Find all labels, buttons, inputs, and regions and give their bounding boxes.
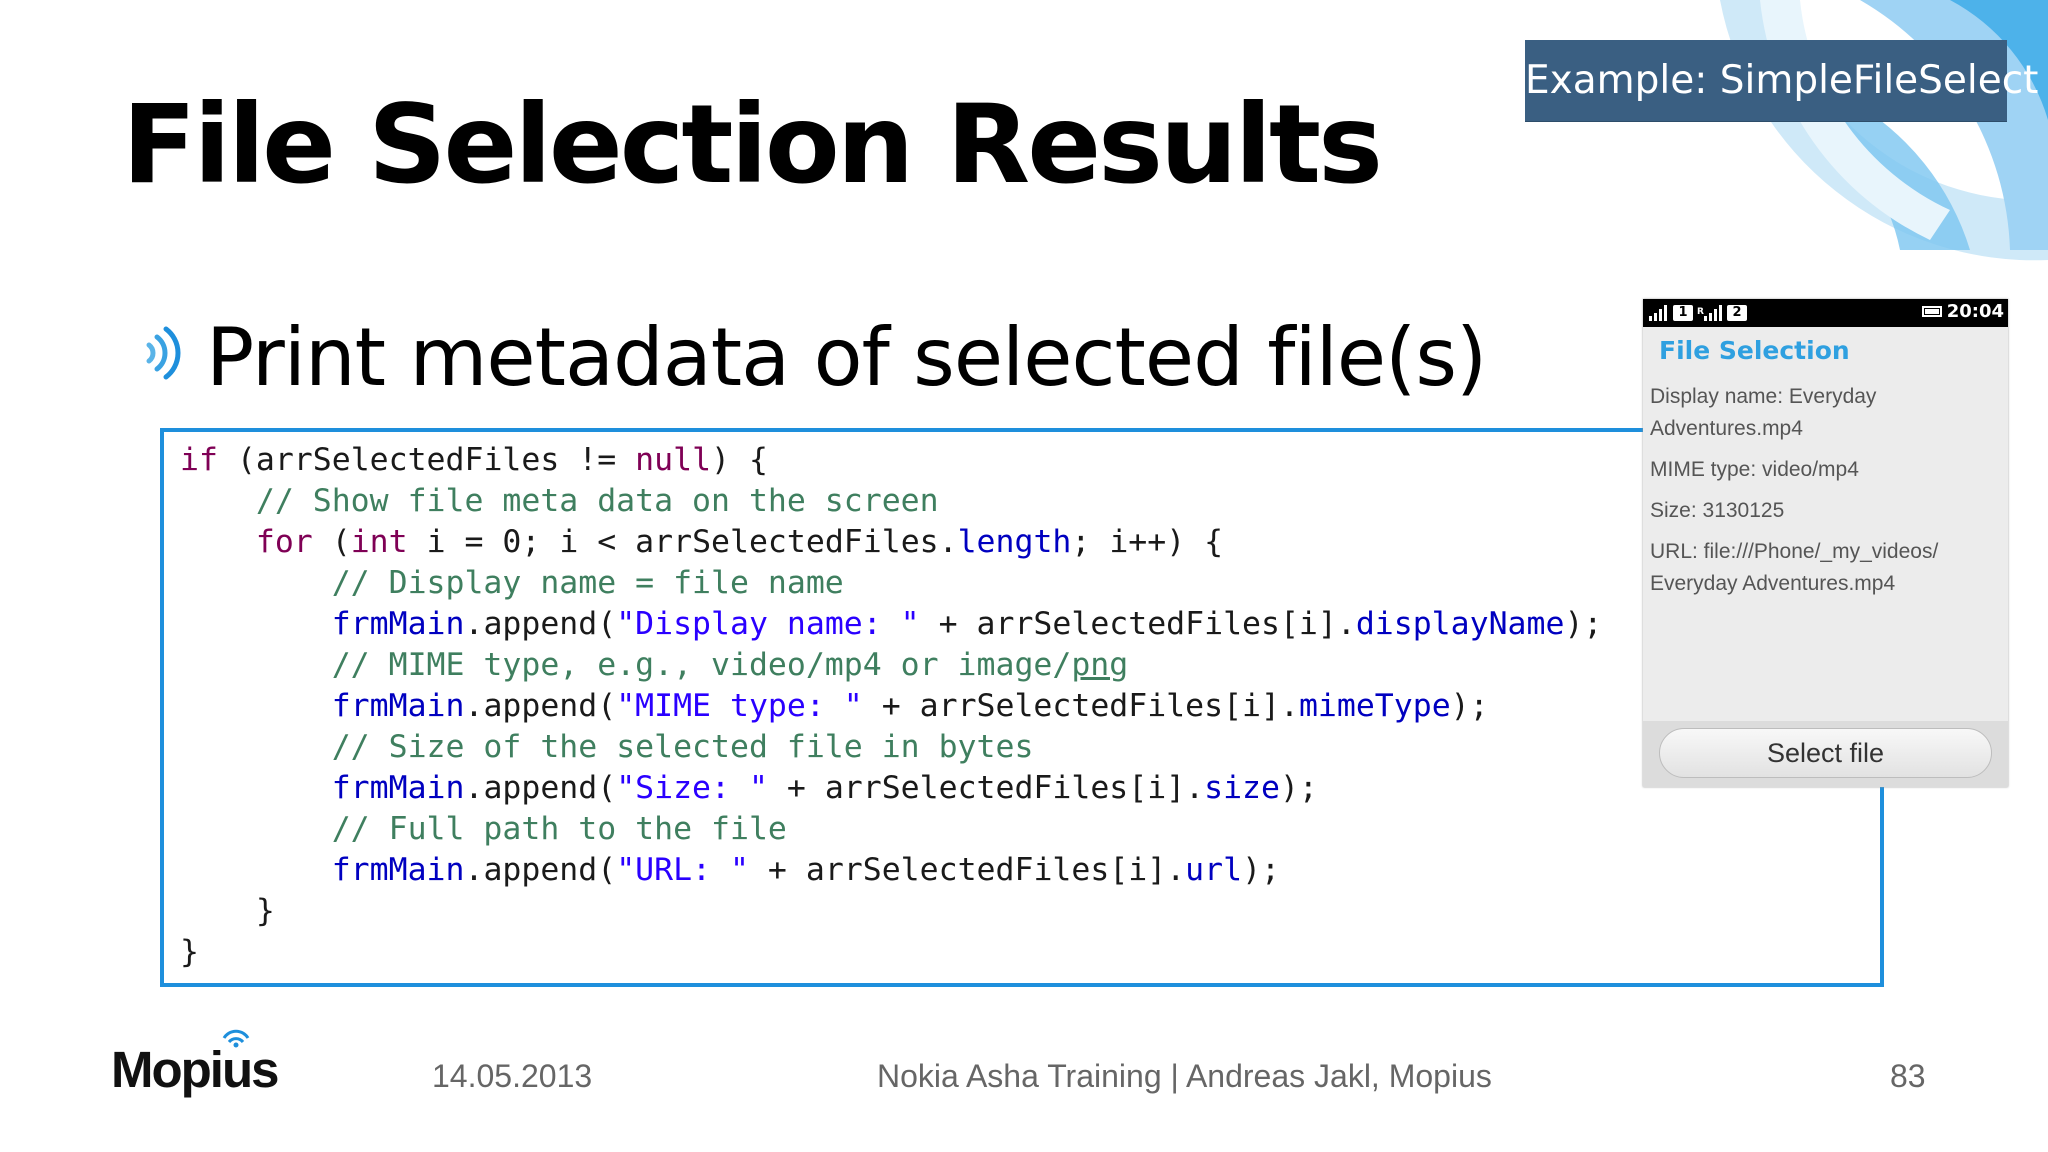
phone-softkey-bar: Select file bbox=[1643, 721, 2008, 787]
svg-text:R: R bbox=[1697, 307, 1704, 317]
status-time: 20:04 bbox=[1946, 301, 2004, 322]
code-line: // Size of the selected file in bytes bbox=[331, 729, 1034, 765]
code-line: } bbox=[255, 893, 275, 929]
phone-status-bar: 1 R 2 20:04 bbox=[1643, 299, 2008, 327]
page-number: 83 bbox=[1890, 1058, 1926, 1094]
phone-form-title: File Selection bbox=[1659, 336, 1850, 365]
footer-center-text: Nokia Asha Training | Andreas Jakl, Mopi… bbox=[877, 1058, 1492, 1094]
wireless-bullet-icon bbox=[146, 326, 181, 380]
sim-2-icon: 2 bbox=[1727, 305, 1747, 321]
code-line: frmMain.append("MIME type: " + arrSelect… bbox=[331, 688, 1489, 724]
bullet-text: Print metadata of selected file(s) bbox=[206, 311, 1487, 404]
slide-title: File Selection Results bbox=[122, 81, 1383, 208]
signal-icon bbox=[1649, 305, 1667, 321]
code-line: // Full path to the file bbox=[331, 811, 787, 847]
code-line: frmMain.append("Size: " + arrSelectedFil… bbox=[331, 770, 1318, 806]
code-line: // Show file meta data on the screen bbox=[255, 483, 939, 519]
phone-screenshot: 1 R 2 20:04 File Selection Display name:… bbox=[1643, 299, 2008, 787]
mime-type-item: MIME type: video/mp4 bbox=[1650, 458, 1859, 481]
code-line: frmMain.append("Display name: " + arrSel… bbox=[331, 606, 1603, 642]
battery-icon bbox=[1921, 306, 1942, 317]
code-line: frmMain.append("URL: " + arrSelectedFile… bbox=[331, 852, 1280, 888]
size-item: Size: 3130125 bbox=[1650, 499, 1785, 522]
code-line: for (int i = 0; i < arrSelectedFiles.len… bbox=[255, 524, 1224, 560]
logo-wordmark: Mopius bbox=[111, 1041, 279, 1098]
mopius-logo: Mopius bbox=[111, 1029, 311, 1110]
code-line: // MIME type, e.g., video/mp4 or image/p… bbox=[331, 647, 1129, 683]
select-file-button[interactable]: Select file bbox=[1659, 728, 1992, 778]
url-item: URL: file:///Phone/_my_videos/ Everyday … bbox=[1650, 540, 1939, 595]
phone-form-body: Display name: Everyday Adventures.mp4 MI… bbox=[1650, 381, 2005, 609]
example-badge: Example: SimpleFileSelect bbox=[1525, 40, 2038, 122]
footer-date: 14.05.2013 bbox=[432, 1058, 593, 1094]
sim-1-icon: 1 bbox=[1673, 305, 1693, 321]
display-name-item: Display name: Everyday Adventures.mp4 bbox=[1650, 385, 1877, 440]
code-line: if (arrSelectedFiles != null) { bbox=[180, 442, 768, 478]
code-line: // Display name = file name bbox=[331, 565, 844, 601]
roaming-signal-icon: R bbox=[1697, 305, 1722, 321]
code-block: if (arrSelectedFiles != null) { // Show … bbox=[180, 440, 1602, 973]
code-line: } bbox=[180, 934, 199, 970]
